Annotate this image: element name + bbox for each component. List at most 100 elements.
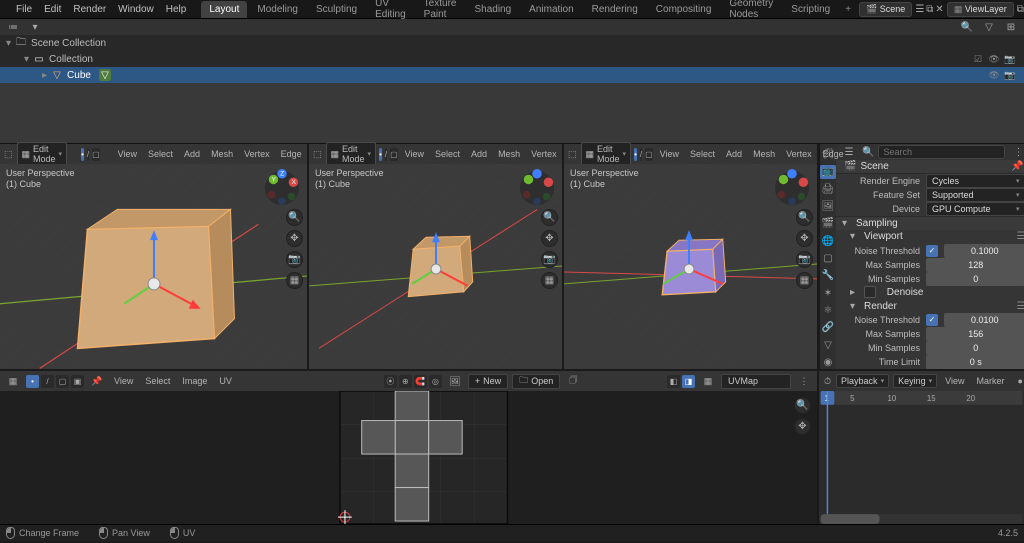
mode-selector[interactable]: ▦Edit Mode▾ (17, 142, 68, 166)
axis-gizmo[interactable] (773, 169, 811, 207)
vp-max-samples-field[interactable]: 128 (926, 258, 1024, 272)
panel-denoise[interactable]: ▸ Denoise (836, 286, 1024, 300)
axis-gizmo[interactable] (518, 169, 556, 207)
new-image-button[interactable]: + New (468, 374, 508, 389)
uv-menu-image[interactable]: Image (178, 376, 211, 386)
scene-selector[interactable]: 🎬 Scene (859, 2, 912, 17)
ptab-viewlayer-icon[interactable]: 🖼 (820, 200, 836, 213)
axis-gizmo[interactable]: X Y Z (263, 169, 301, 207)
move-view-icon[interactable]: ✥ (796, 230, 813, 247)
ptab-particles-icon[interactable]: ✶ (820, 287, 836, 300)
uv-sticky-icon[interactable]: 📌 (89, 373, 105, 389)
camera-view-icon[interactable]: 📷 (286, 251, 303, 268)
ptab-render-icon[interactable]: 📺 (820, 165, 836, 178)
select-vertex-button[interactable]: • (379, 148, 382, 161)
outliner-search-icon[interactable]: 🔍 (959, 19, 975, 35)
render-max-samples-field[interactable]: 156 (926, 327, 1024, 341)
ptab-constraints-icon[interactable]: 🔗 (820, 321, 836, 334)
mesh-data-icon[interactable]: ▽ (99, 69, 111, 81)
open-image-button[interactable]: 🗀 Open (512, 374, 560, 389)
outliner-collection[interactable]: ▾▭ Collection ☑ 👁 📷 (0, 51, 1024, 67)
keying-dropdown[interactable]: Keying▾ (893, 374, 937, 388)
workspace-tab-scripting[interactable]: Scripting (783, 1, 838, 18)
properties-search-input[interactable] (878, 145, 1005, 159)
ptab-modifier-icon[interactable]: 🔧 (820, 269, 836, 282)
workspace-tab-shading[interactable]: Shading (466, 1, 519, 18)
select-vertex-button[interactable]: • (81, 148, 84, 161)
mode-selector[interactable]: ▦Edit Mode▾ (326, 142, 377, 166)
panel-menu-icon[interactable]: ☰ (1016, 231, 1024, 242)
camera-view-icon[interactable]: 📷 (796, 251, 813, 268)
hide-viewport-icon[interactable]: 👁 (988, 69, 1000, 81)
ptab-physics-icon[interactable]: ⚛ (820, 304, 836, 317)
mode-selector[interactable]: ▦Edit Mode▾ (581, 142, 632, 166)
viewlayer-new-icon[interactable]: ⧉ (1017, 1, 1024, 17)
vp-menu-vertex[interactable]: Vertex (240, 149, 274, 159)
scene-browse-icon[interactable]: ☰ (915, 1, 924, 17)
zoom-tool-icon[interactable]: 🔍 (286, 209, 303, 226)
render-noise-threshold-checkbox[interactable]: ✓ (926, 314, 938, 326)
show-overlays-icon[interactable]: ⦿ (384, 375, 397, 388)
menu-window[interactable]: Window (112, 2, 160, 17)
render-noise-threshold-field[interactable]: 0.0100 (944, 313, 1024, 327)
ptab-material-icon[interactable]: ◉ (820, 356, 836, 369)
panel-sampling[interactable]: ▾Sampling (836, 216, 1024, 230)
menu-render[interactable]: Render (67, 2, 112, 17)
uv-menu-view[interactable]: View (110, 376, 137, 386)
outliner-filter-icon[interactable]: ▽ (981, 19, 997, 35)
workspace-tab-compositing[interactable]: Compositing (648, 1, 720, 18)
workspace-tab-layout[interactable]: Layout (201, 1, 247, 18)
exclude-checkbox-icon[interactable]: ☑ (972, 53, 984, 65)
vp-menu-view[interactable]: View (401, 149, 428, 159)
viewport-canvas[interactable]: User Perspective(1) Cube 🔍 ✥ 📷 ▦ (564, 164, 817, 369)
proportional-icon[interactable]: ◎ (429, 375, 442, 388)
uv-select-mode-island[interactable]: ▣ (71, 375, 84, 388)
editor-type-timeline-icon[interactable]: ⏱ (824, 373, 831, 389)
uv-select-mode-vert[interactable]: • (26, 375, 39, 388)
ptab-output-icon[interactable]: 🖨 (820, 183, 836, 196)
options-icon[interactable]: ⋮ (1010, 144, 1024, 160)
feature-set-dropdown[interactable]: Supported▾ (926, 188, 1024, 202)
editor-type-3dview-icon[interactable]: ⬚ (4, 146, 13, 162)
viewlayer-selector[interactable]: ▦ ViewLayer (947, 2, 1014, 17)
viewport-canvas[interactable]: User Perspective(1) Cube 🔍 ✥ 📷 ▦ (309, 164, 562, 369)
vp-menu-add[interactable]: Add (180, 149, 204, 159)
outliner-new-collection-icon[interactable]: ⊞ (1003, 19, 1019, 35)
select-edge-button[interactable]: / (385, 148, 387, 161)
h-scrollbar[interactable] (821, 514, 880, 524)
vp-menu-select[interactable]: Select (431, 149, 464, 159)
render-min-samples-field[interactable]: 0 (926, 341, 1024, 355)
fake-user-icon[interactable]: 🗇 (565, 373, 581, 389)
panel-render[interactable]: ▾Render☰ (836, 299, 1024, 313)
display-channel-color[interactable]: ◧ (667, 375, 680, 388)
outliner-object-cube[interactable]: ▸ ▽ Cube ▽ 👁 📷 (0, 67, 1024, 83)
ptab-world-icon[interactable]: 🌐 (820, 235, 836, 248)
timeline-marker[interactable]: Marker (972, 376, 1008, 386)
uvmap-name-field[interactable]: UVMap (721, 374, 791, 389)
playback-dropdown[interactable]: Playback▾ (836, 374, 889, 388)
uv-select-mode-edge[interactable]: / (41, 375, 54, 388)
editor-type-3dview-icon[interactable]: ⬚ (568, 146, 577, 162)
render-time-limit-field[interactable]: 0 s (926, 355, 1024, 369)
vp-noise-threshold-field[interactable]: 0.1000 (944, 244, 1024, 258)
timeline-view[interactable]: View (941, 376, 968, 386)
outliner-scene-collection[interactable]: ▾🗀 Scene Collection (0, 35, 1024, 51)
scene-new-icon[interactable]: ⧉ (926, 1, 933, 17)
perspective-toggle-icon[interactable]: ▦ (286, 272, 303, 289)
ptab-object-icon[interactable]: ▢ (820, 252, 836, 265)
vp-menu-add[interactable]: Add (467, 149, 491, 159)
workspace-tab-sculpting[interactable]: Sculpting (308, 1, 365, 18)
uv-menu-uv[interactable]: UV (215, 376, 236, 386)
move-view-icon[interactable]: ✥ (794, 418, 811, 435)
workspace-tab-modeling[interactable]: Modeling (249, 1, 306, 18)
camera-view-icon[interactable]: 📷 (541, 251, 558, 268)
menu-edit[interactable]: Edit (38, 2, 67, 17)
ptab-mesh-icon[interactable]: ▽ (820, 338, 836, 351)
vp-menu-mesh[interactable]: Mesh (494, 149, 524, 159)
hide-render-icon[interactable]: 📷 (1004, 69, 1016, 81)
workspace-tab-animation[interactable]: Animation (521, 1, 581, 18)
menu-help[interactable]: Help (160, 2, 193, 17)
noise-threshold-checkbox[interactable]: ✓ (926, 245, 938, 257)
timeline-canvas[interactable]: 5 10 15 20 1 (819, 391, 1024, 524)
vp-menu-view[interactable]: View (114, 149, 141, 159)
